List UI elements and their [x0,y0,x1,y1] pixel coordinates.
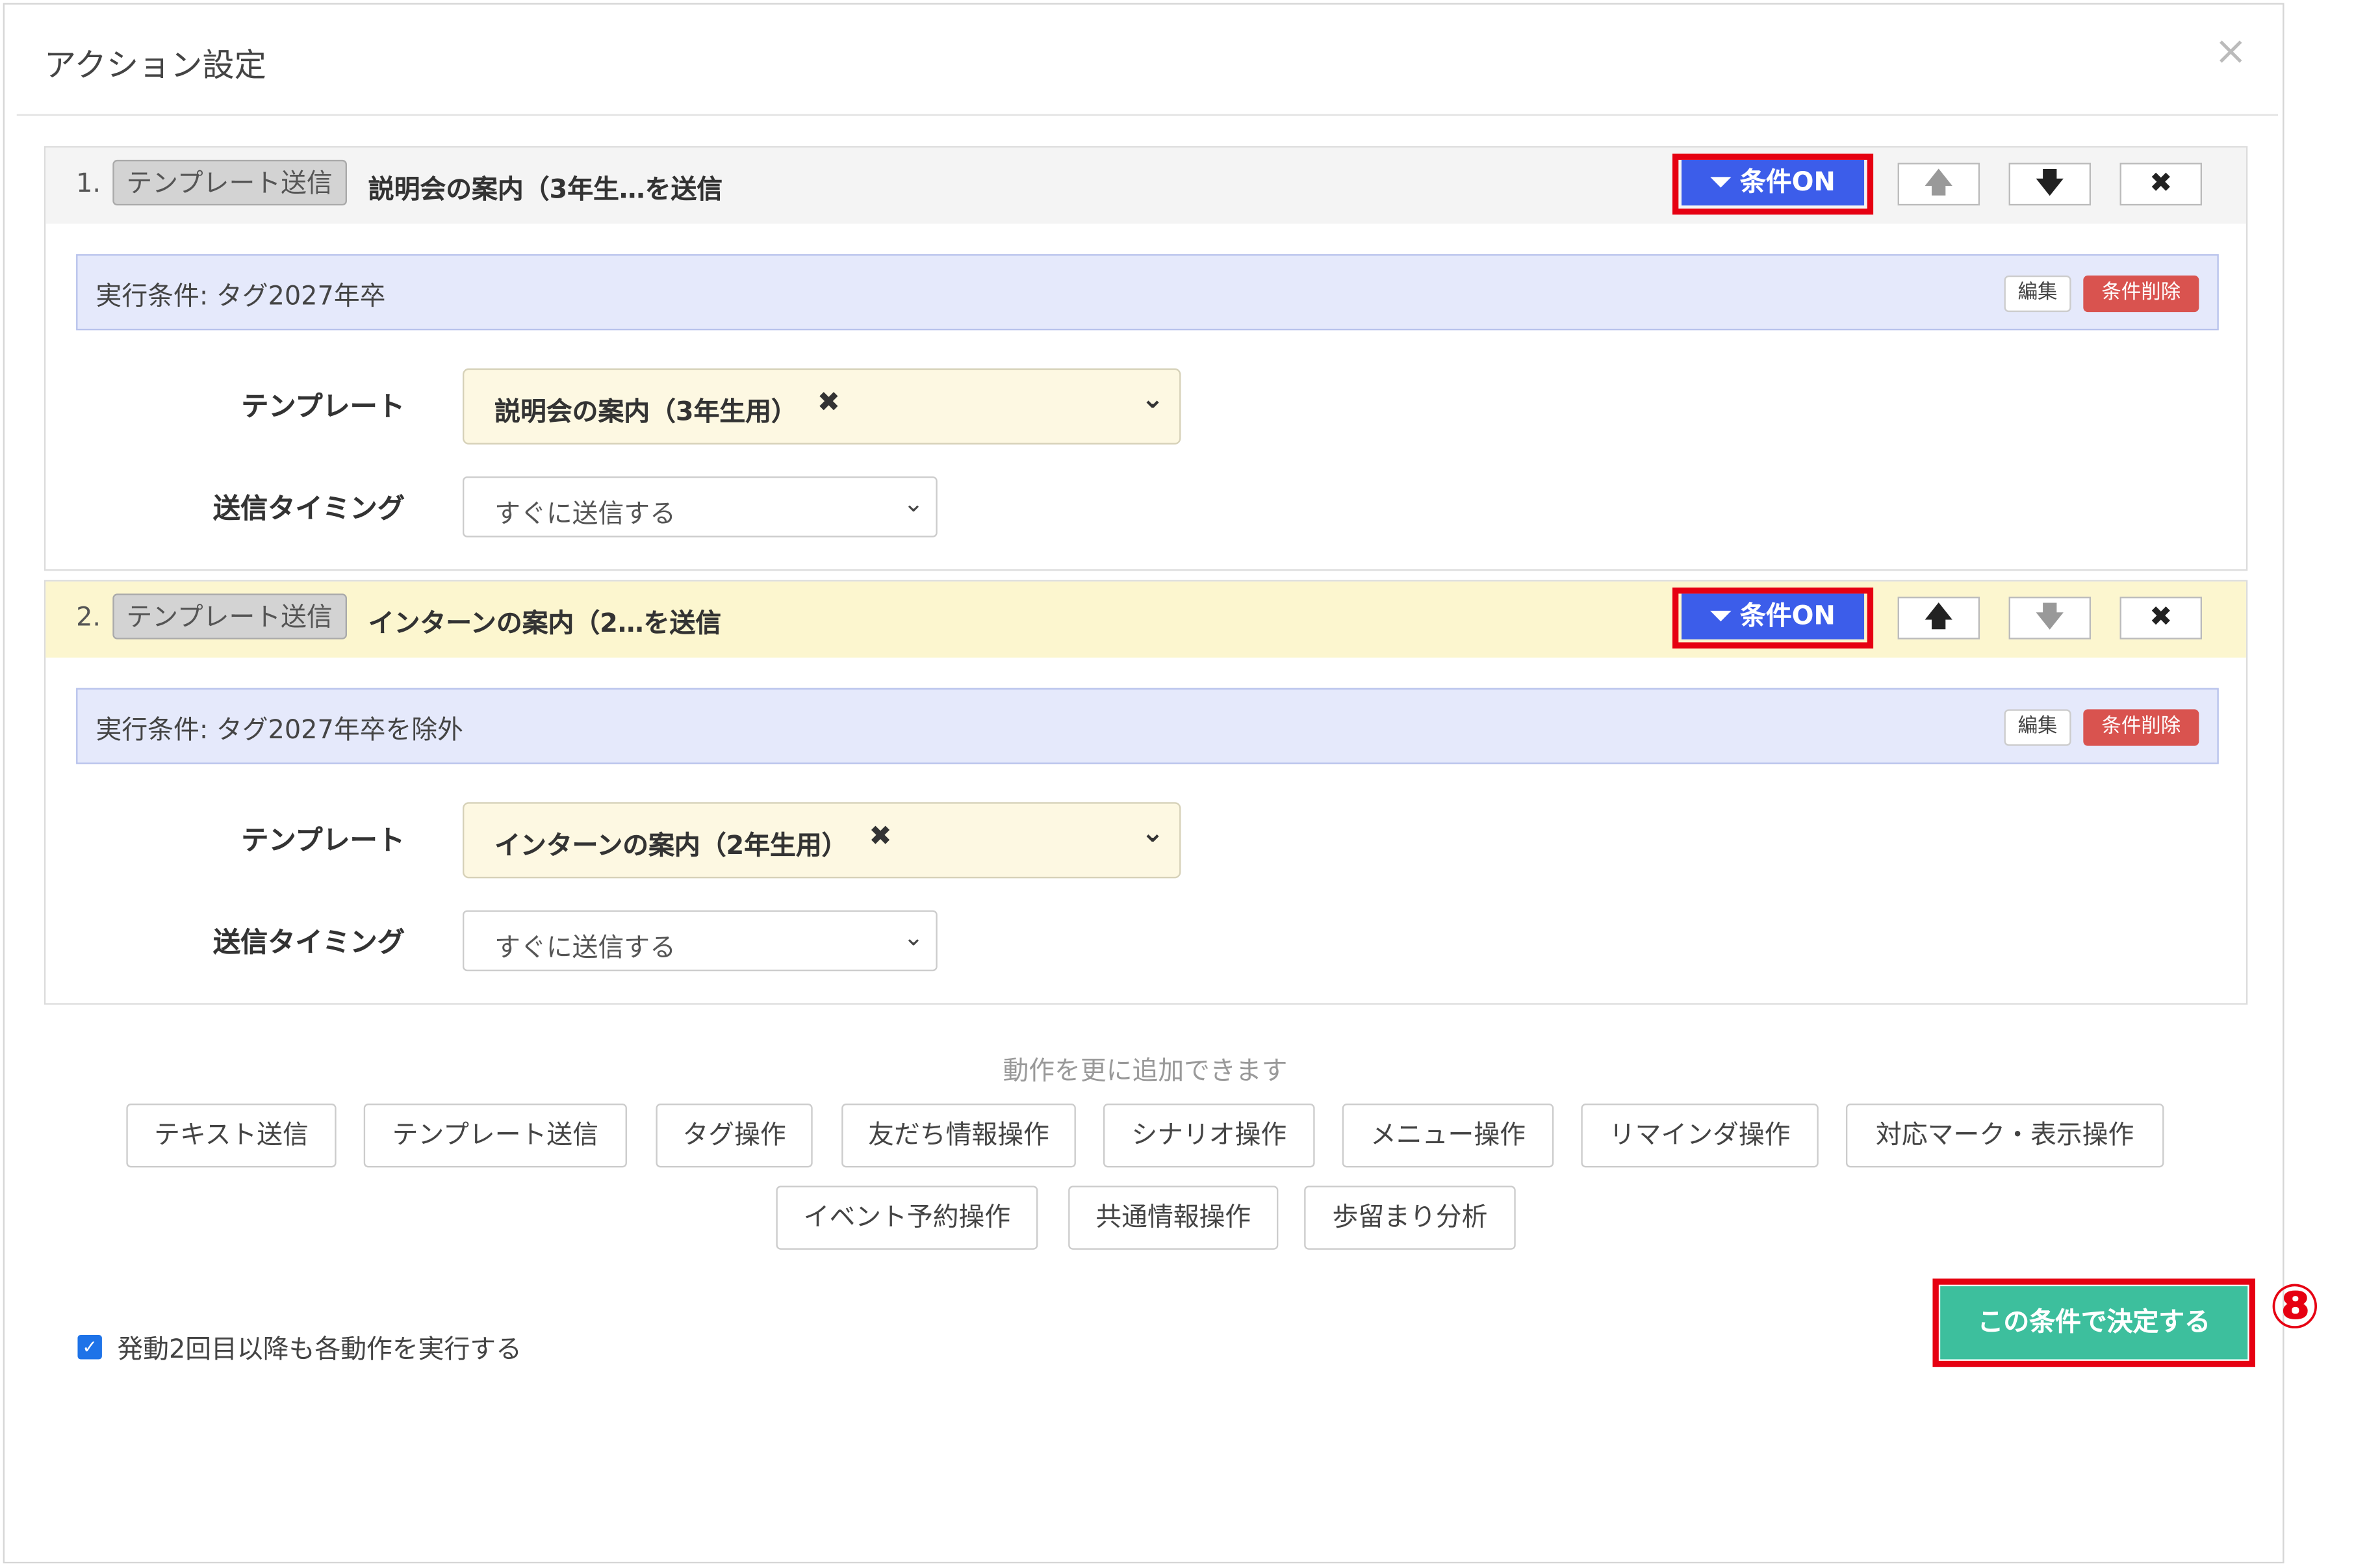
confirm-button[interactable]: この条件で決定する [1940,1286,2248,1360]
close-icon: ✖ [2149,601,2173,634]
condition-on-button[interactable]: ⏷ 条件ON [1682,593,1865,640]
move-up-button[interactable]: 🡅 [1897,162,1980,206]
close-icon: ✖ [2149,167,2173,200]
condition-on-label: 条件ON [1740,167,1836,198]
timing-value: すぐに送信する [494,499,676,530]
add-template-send-button[interactable]: テンプレート送信 [363,1104,627,1168]
action-card-header: 2. テンプレート送信 インターンの案内（2…を送信 ⏷ 条件ON 🡅 🡇 ✖ [45,581,2246,658]
add-tag-operation-button[interactable]: タグ操作 [656,1104,813,1168]
add-yield-analysis-button[interactable]: 歩留まり分析 [1304,1185,1516,1250]
action-type-chip: テンプレート送信 [112,593,346,640]
action-title: 説明会の案内（3年生…を送信 [368,175,723,206]
action-title: インターンの案内（2…を送信 [368,608,722,640]
action-index: 2. [76,602,101,634]
template-label: テンプレート [241,391,405,424]
arrow-up-icon: 🡅 [1925,601,1953,634]
edit-condition-button[interactable]: 編集 [2004,275,2071,313]
template-select[interactable]: 説明会の案内（3年生用） ✖ ⌄ [462,368,1181,445]
filter-icon: ⏷ [1710,601,1732,632]
add-mark-display-button[interactable]: 対応マーク・表示操作 [1845,1104,2164,1168]
add-action-hint: 動作を更に追加できます [1003,1056,1288,1087]
condition-text: 実行条件: タグ2027年卒 [96,281,386,313]
template-value: 説明会の案内（3年生用） [494,397,797,428]
action-index: 1. [76,168,101,200]
add-friend-info-button[interactable]: 友だち情報操作 [841,1104,1076,1168]
move-down-button[interactable]: 🡇 [2008,597,2092,640]
arrow-up-icon: 🡅 [1925,167,1953,200]
clear-icon[interactable]: ✖ [869,820,891,852]
timing-label: 送信タイミング [212,927,405,959]
remove-action-button[interactable]: ✖ [2119,162,2203,206]
action-type-chip: テンプレート送信 [112,159,346,206]
add-text-send-button[interactable]: テキスト送信 [126,1104,337,1168]
close-icon[interactable]: × [2214,32,2247,71]
condition-on-label: 条件ON [1740,601,1836,632]
action-card-1: 1. テンプレート送信 説明会の案内（3年生…を送信 ⏷ 条件ON 🡅 🡇 ✖ … [44,146,2248,571]
chevron-down-icon: ⌄ [903,488,924,518]
remove-action-button[interactable]: ✖ [2119,597,2203,640]
template-select[interactable]: インターンの案内（2年生用） ✖ ⌄ [462,802,1181,879]
timing-value: すぐに送信する [494,933,676,964]
edit-condition-button[interactable]: 編集 [2004,709,2071,746]
step-number-marker: ⑧ [2269,1272,2321,1343]
timing-select[interactable]: すぐに送信する ⌄ [462,476,938,537]
condition-bar: 実行条件: タグ2027年卒を除外 編集 条件削除 [76,688,2219,764]
template-label: テンプレート [241,825,405,857]
chevron-down-icon: ⌄ [903,922,924,951]
arrow-down-icon: 🡇 [2036,601,2064,634]
timing-label: 送信タイミング [212,493,405,526]
clear-icon[interactable]: ✖ [817,387,840,419]
action-card-header: 1. テンプレート送信 説明会の案内（3年生…を送信 ⏷ 条件ON 🡅 🡇 ✖ [45,148,2246,224]
chevron-down-icon: ⌄ [1141,383,1164,416]
repeat-checkbox[interactable]: ✓ [77,1335,102,1360]
filter-icon: ⏷ [1710,167,1732,198]
move-up-button[interactable]: 🡅 [1897,597,1980,640]
delete-condition-button[interactable]: 条件削除 [2083,709,2199,746]
action-card-2: 2. テンプレート送信 インターンの案内（2…を送信 ⏷ 条件ON 🡅 🡇 ✖ … [44,580,2248,1005]
condition-on-button[interactable]: ⏷ 条件ON [1682,159,1865,206]
add-common-info-button[interactable]: 共通情報操作 [1068,1185,1279,1250]
add-reminder-button[interactable]: リマインダ操作 [1581,1104,1819,1168]
delete-condition-button[interactable]: 条件削除 [2083,275,2199,313]
add-event-reservation-button[interactable]: イベント予約操作 [776,1185,1038,1250]
arrow-down-icon: 🡇 [2036,167,2064,200]
check-icon: ✓ [82,1336,97,1358]
add-scenario-button[interactable]: シナリオ操作 [1103,1104,1315,1168]
move-down-button[interactable]: 🡇 [2008,162,2092,206]
modal-title: アクション設定 [44,47,266,84]
condition-bar: 実行条件: タグ2027年卒 編集 条件削除 [76,254,2219,331]
chevron-down-icon: ⌄ [1141,817,1164,849]
divider [16,114,2279,116]
add-menu-button[interactable]: メニュー操作 [1342,1104,1554,1168]
template-value: インターンの案内（2年生用） [494,831,848,862]
repeat-checkbox-label: 発動2回目以降も各動作を実行する [117,1335,522,1365]
timing-select[interactable]: すぐに送信する ⌄ [462,910,938,972]
condition-text: 実行条件: タグ2027年卒を除外 [96,715,463,746]
